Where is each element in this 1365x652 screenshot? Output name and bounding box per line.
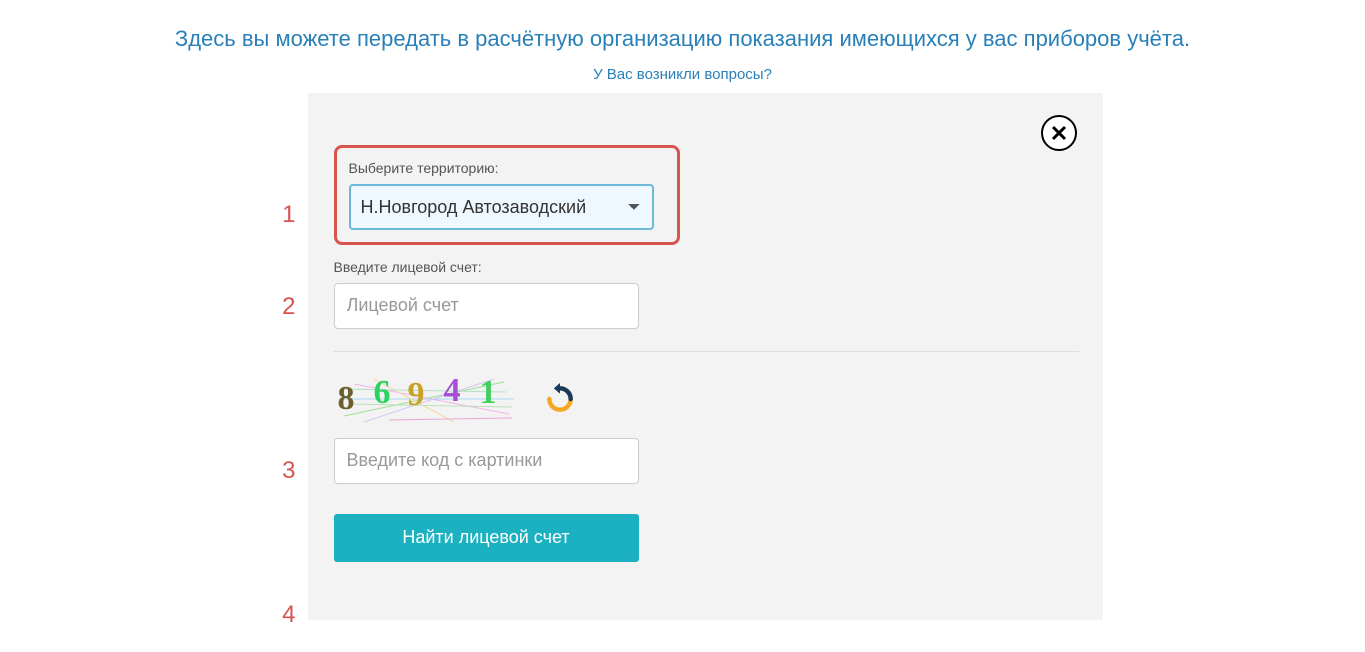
captcha-digit-0: 8 [338, 380, 355, 418]
step-1: 1 [263, 201, 308, 293]
form-panel: Выберите территорию: Н.Новгород Автозаво… [308, 93, 1103, 620]
territory-highlight: Выберите территорию: Н.Новгород Автозаво… [334, 145, 680, 245]
captcha-digit-3: 4 [444, 372, 461, 410]
questions-link[interactable]: У Вас возникли вопросы? [0, 66, 1365, 83]
account-input[interactable] [334, 283, 639, 329]
territory-select[interactable]: Н.Новгород Автозаводский [349, 184, 654, 230]
step-numbers-column: 1 2 3 4 [263, 93, 308, 629]
close-button[interactable] [1041, 115, 1077, 151]
captcha-input[interactable] [334, 438, 639, 484]
step-4: 4 [263, 549, 308, 629]
captcha-refresh-button[interactable] [544, 383, 576, 415]
page-title: Здесь вы можете передать в расчётную орг… [0, 0, 1365, 66]
captcha-digit-1: 6 [374, 374, 391, 412]
territory-label: Выберите территорию: [349, 160, 665, 176]
divider [334, 351, 1079, 352]
find-account-button[interactable]: Найти лицевой счет [334, 514, 639, 562]
captcha-digit-2: 9 [408, 376, 425, 414]
step-2: 2 [263, 293, 308, 385]
step-3: 3 [263, 385, 308, 549]
captcha-image: 8 6 9 4 1 [334, 374, 514, 424]
account-label: Введите лицевой счет: [334, 259, 1077, 275]
refresh-icon [544, 383, 576, 415]
close-icon [1050, 124, 1068, 142]
captcha-digit-4: 1 [480, 374, 497, 412]
